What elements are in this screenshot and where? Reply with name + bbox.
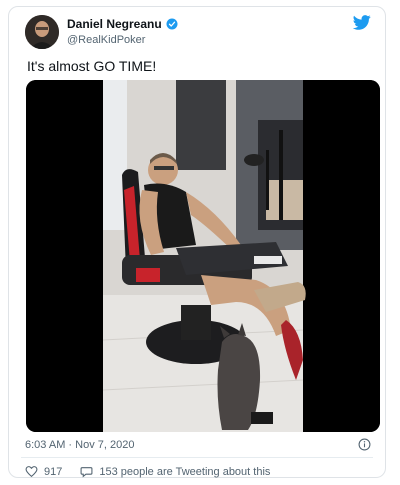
heart-icon	[25, 466, 38, 478]
tweeting-about-link[interactable]: 153 people are Tweeting about this	[80, 465, 270, 478]
user-handle[interactable]: @RealKidPoker	[67, 34, 145, 46]
display-name[interactable]: Daniel Negreanu	[67, 17, 162, 31]
twitter-bird-icon[interactable]	[353, 15, 371, 30]
verified-badge-icon	[166, 18, 178, 30]
info-icon[interactable]	[358, 438, 371, 451]
tweet-card[interactable]: Daniel Negreanu @RealKidPoker It's almos…	[8, 6, 386, 478]
speech-bubble-icon	[80, 467, 93, 478]
tweeting-about-text: 153 people are Tweeting about this	[99, 465, 271, 478]
tweet-text: It's almost GO TIME!	[27, 58, 157, 74]
like-count: 917	[44, 465, 63, 478]
divider	[21, 457, 373, 458]
tweet-timestamp[interactable]: 6:03 AM · Nov 7, 2020	[25, 439, 134, 451]
like-button[interactable]: 917	[25, 465, 62, 478]
avatar[interactable]	[25, 15, 59, 49]
tweet-video[interactable]	[26, 80, 380, 432]
